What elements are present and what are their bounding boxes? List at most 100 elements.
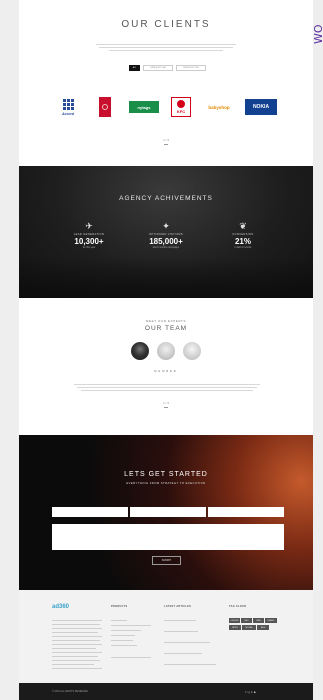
- background-rocks: [19, 258, 313, 298]
- client-logo-text: nytags: [137, 104, 151, 110]
- email-field[interactable]: [130, 507, 206, 517]
- browser-viewport: WO OUR CLIENTS ALL CATEGORY ONE CATEGORY…: [0, 0, 323, 700]
- babyshop-logo-icon: babyshop: [203, 95, 235, 119]
- footer-link[interactable]: [111, 620, 127, 621]
- clients-pager[interactable]: 1 / 3: [19, 138, 313, 142]
- clients-intro-line: [109, 50, 223, 51]
- team-text-line: [74, 384, 260, 385]
- footer-text-line: [52, 652, 102, 653]
- grid-logo-icon: Accord: [57, 95, 79, 119]
- achievements-section: AGENCY ACHIVEMENTS ✈ LEAD GENERATION 10,…: [19, 166, 313, 298]
- footer-link[interactable]: [111, 645, 137, 646]
- footer-text-line: [52, 660, 100, 661]
- team-member-avatar[interactable]: [183, 342, 201, 360]
- client-logo-text: babyshop: [208, 104, 230, 110]
- footer-products-heading: PRODUCTS: [111, 605, 128, 608]
- footer-tags-heading: TAG CLOUD: [229, 605, 247, 608]
- footer-link[interactable]: [164, 631, 198, 632]
- contact-title: LETS GET STARTED: [124, 471, 208, 478]
- rocket-icon: ✈: [85, 221, 93, 231]
- kfc-logo-icon: KFC: [171, 97, 191, 117]
- footer-text-line: [52, 632, 98, 633]
- stat-value: 10,300+: [74, 237, 104, 247]
- stat-conversion: ❦ CONVERSION 21% in last 6 months: [213, 221, 273, 249]
- filter-tab-two[interactable]: CATEGORY TWO: [176, 65, 206, 71]
- tag-chip[interactable]: ADS: [257, 625, 269, 630]
- footer-logo[interactable]: ad360: [52, 604, 69, 610]
- stat-label: OPTIMIZED VISITORS: [148, 233, 184, 236]
- tag-chip[interactable]: SEO: [241, 618, 252, 623]
- footer-link[interactable]: [111, 630, 141, 631]
- team-text-line: [77, 387, 257, 388]
- stat-value: 21%: [234, 237, 251, 247]
- nokia-logo-icon: NOKIA: [245, 99, 277, 115]
- footer-text-line: [52, 636, 102, 637]
- tag-chip[interactable]: BRAND: [265, 618, 277, 623]
- team-title: OUR TEAM: [144, 325, 188, 332]
- stat-label: LEAD GENERATION: [73, 233, 105, 236]
- team-member-name: MEMBER: [154, 370, 178, 373]
- footer-text-line: [52, 664, 94, 665]
- client-logo-text: Accord: [61, 111, 75, 116]
- stat-label: CONVERSION: [232, 233, 254, 236]
- footer-link[interactable]: [164, 653, 202, 654]
- social-icons[interactable]: f t g in ▶: [245, 690, 256, 694]
- team-kicker: MEET OUR EXPERTS: [145, 319, 187, 323]
- footer-link[interactable]: [164, 642, 210, 643]
- footer-articles-heading: LATEST ARTICLES: [164, 605, 192, 608]
- phone-field[interactable]: [208, 507, 284, 517]
- clients-intro-line: [96, 44, 236, 45]
- web-page: OUR CLIENTS ALL CATEGORY ONE CATEGORY TW…: [19, 0, 313, 700]
- name-field[interactable]: [52, 507, 128, 517]
- footer-link[interactable]: [164, 664, 216, 665]
- submit-button[interactable]: SUBMIT: [152, 556, 181, 565]
- clients-section: OUR CLIENTS ALL CATEGORY ONE CATEGORY TW…: [19, 0, 313, 166]
- emirates-logo-icon: [99, 97, 111, 117]
- message-field[interactable]: [52, 524, 284, 550]
- tag-chip[interactable]: DESIGN: [229, 618, 240, 623]
- team-text-line: [81, 390, 253, 391]
- stat-value: 185,000+: [149, 237, 183, 247]
- team-section: MEET OUR EXPERTS OUR TEAM MEMBER 1 / 3: [19, 298, 313, 435]
- client-logo-text: KFC: [176, 109, 186, 114]
- footer-link[interactable]: [111, 657, 151, 658]
- stat-lead-generation: ✈ LEAD GENERATION 10,300+ for this year: [59, 221, 119, 249]
- achievements-title: AGENCY ACHIVEMENTS: [119, 195, 213, 202]
- tag-chip[interactable]: SOCIAL: [242, 625, 256, 630]
- footer-text-line: [52, 656, 98, 657]
- stat-optimized-visitors: ✦ OPTIMIZED VISITORS 185,000+ last 3 mon…: [136, 221, 196, 249]
- footer-link[interactable]: [111, 635, 135, 636]
- side-overflow-text: WO: [312, 24, 323, 44]
- filter-tab-one[interactable]: CATEGORY ONE: [143, 65, 173, 71]
- footer-link[interactable]: [164, 620, 196, 621]
- tag-chip[interactable]: APPS: [229, 625, 241, 630]
- footer-text-line: [52, 640, 100, 641]
- footer-text-line: [52, 668, 102, 669]
- footer: ad360 PRODUCTS LATEST ARTICLES TAG CLOUD…: [19, 590, 313, 683]
- stat-sub: for this year: [82, 246, 96, 250]
- footer-bottom-bar: © 2019 ALL RIGHTS RESERVED f t g in ▶: [19, 683, 313, 700]
- pager-dot[interactable]: [164, 407, 168, 408]
- team-pager[interactable]: 1 / 3: [19, 401, 313, 405]
- pager-dot[interactable]: [164, 144, 168, 145]
- footer-link[interactable]: [111, 625, 151, 626]
- footer-text-line: [52, 644, 102, 645]
- team-member-avatar[interactable]: [157, 342, 175, 360]
- footer-text-line: [52, 620, 102, 621]
- stat-sub: last 3 months campaigns: [152, 246, 180, 250]
- tags-logo-icon: nytags: [129, 101, 159, 113]
- team-member-avatar[interactable]: [131, 342, 149, 360]
- footer-text-line: [52, 648, 96, 649]
- contact-subtitle: EVERYTHING FROM STRATEGY TO EXECUTION: [126, 481, 206, 485]
- stat-sub: in last 6 months: [234, 246, 252, 250]
- footer-text-line: [52, 628, 102, 629]
- client-logo-text: NOKIA: [252, 104, 270, 110]
- plant-icon: ❦: [239, 221, 247, 231]
- clients-title: OUR CLIENTS: [121, 19, 211, 30]
- filter-tab-all[interactable]: ALL: [129, 65, 140, 71]
- clients-intro-line: [99, 47, 233, 48]
- tag-chip[interactable]: WEB: [253, 618, 264, 623]
- footer-link[interactable]: [111, 640, 133, 641]
- copyright-text: © 2019 ALL RIGHTS RESERVED: [52, 690, 88, 693]
- client-logos: Accord nytags KFC babyshop NOKIA: [57, 95, 277, 123]
